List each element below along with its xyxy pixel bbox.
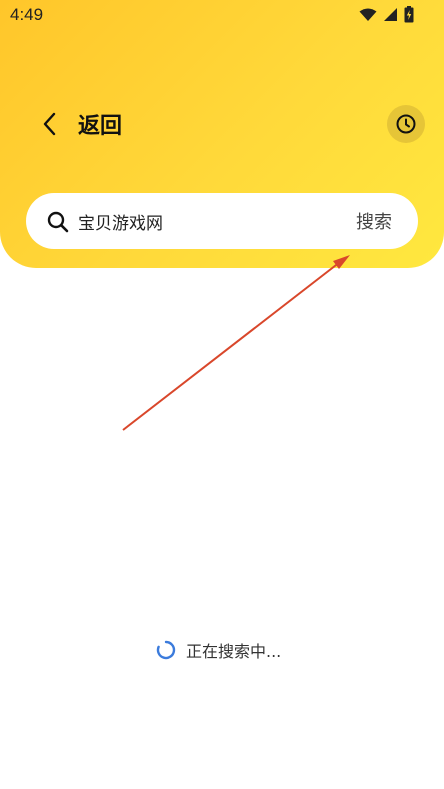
search-icon [47, 211, 69, 233]
search-submit-button[interactable]: 搜索 [356, 208, 392, 234]
status-time: 4:49 [10, 5, 44, 24]
status-bar: 4:49 [0, 0, 444, 32]
wifi-icon [359, 8, 377, 21]
search-bar: 搜索 [26, 193, 418, 249]
battery-charging-icon [404, 6, 414, 23]
loading-indicator: 正在搜索中... [156, 638, 281, 662]
chevron-left-icon [43, 112, 56, 136]
spinner-icon [156, 640, 176, 660]
status-icons [359, 6, 414, 23]
signal-icon [384, 8, 397, 21]
back-button[interactable] [30, 104, 70, 144]
search-input[interactable] [78, 201, 328, 241]
app-screen: 4:49 返回 宝贝游戏网 搜索 正在搜索中... [0, 0, 444, 789]
history-button[interactable] [387, 105, 425, 143]
clock-icon [396, 114, 416, 134]
loading-text: 正在搜索中... [186, 642, 282, 661]
page-title: 返回 [78, 114, 123, 139]
